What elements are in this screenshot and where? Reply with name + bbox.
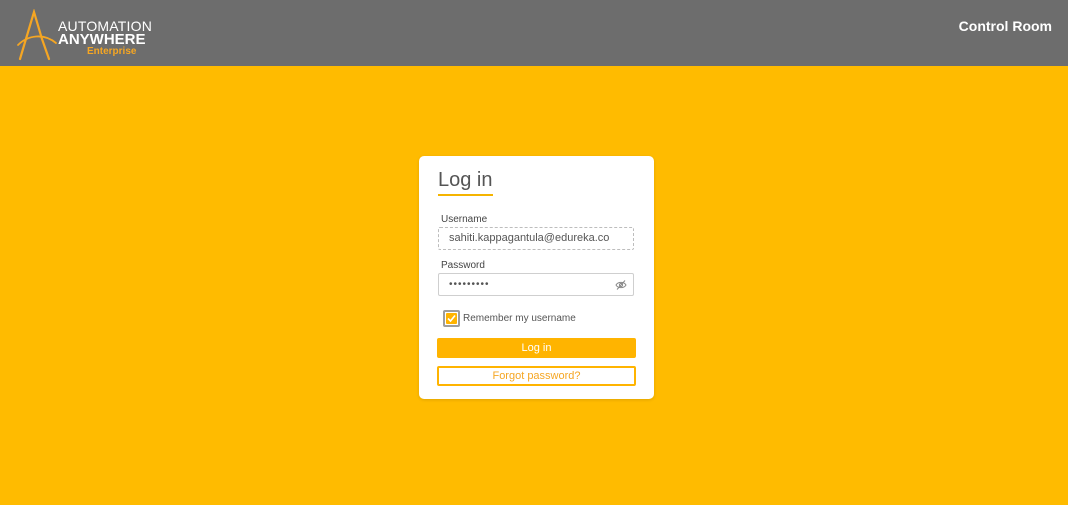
- logo-text-anywhere: ANYWHERE: [58, 31, 146, 48]
- username-label: Username: [441, 214, 488, 225]
- checkmark-icon: [446, 313, 457, 324]
- username-field[interactable]: sahiti.kappagantula@edureka.co: [438, 227, 634, 250]
- password-field[interactable]: •••••••••: [438, 273, 634, 296]
- top-header: AUTOMATION ANYWHERE Enterprise Control R…: [0, 0, 1068, 66]
- remember-checkbox[interactable]: [443, 310, 460, 327]
- control-room-title: Control Room: [958, 18, 1052, 34]
- automation-anywhere-logo[interactable]: AUTOMATION ANYWHERE Enterprise: [16, 9, 166, 61]
- remember-username-label: Remember my username: [463, 313, 576, 324]
- login-title: Log in: [438, 169, 493, 196]
- password-label: Password: [441, 260, 485, 271]
- login-button[interactable]: Log in: [437, 338, 636, 358]
- forgot-password-button[interactable]: Forgot password?: [437, 366, 636, 386]
- login-card: Log in Username sahiti.kappagantula@edur…: [419, 156, 654, 399]
- automation-anywhere-logo-icon: [17, 9, 57, 61]
- logo-text-enterprise: Enterprise: [87, 46, 137, 57]
- eye-slash-icon[interactable]: [615, 279, 627, 291]
